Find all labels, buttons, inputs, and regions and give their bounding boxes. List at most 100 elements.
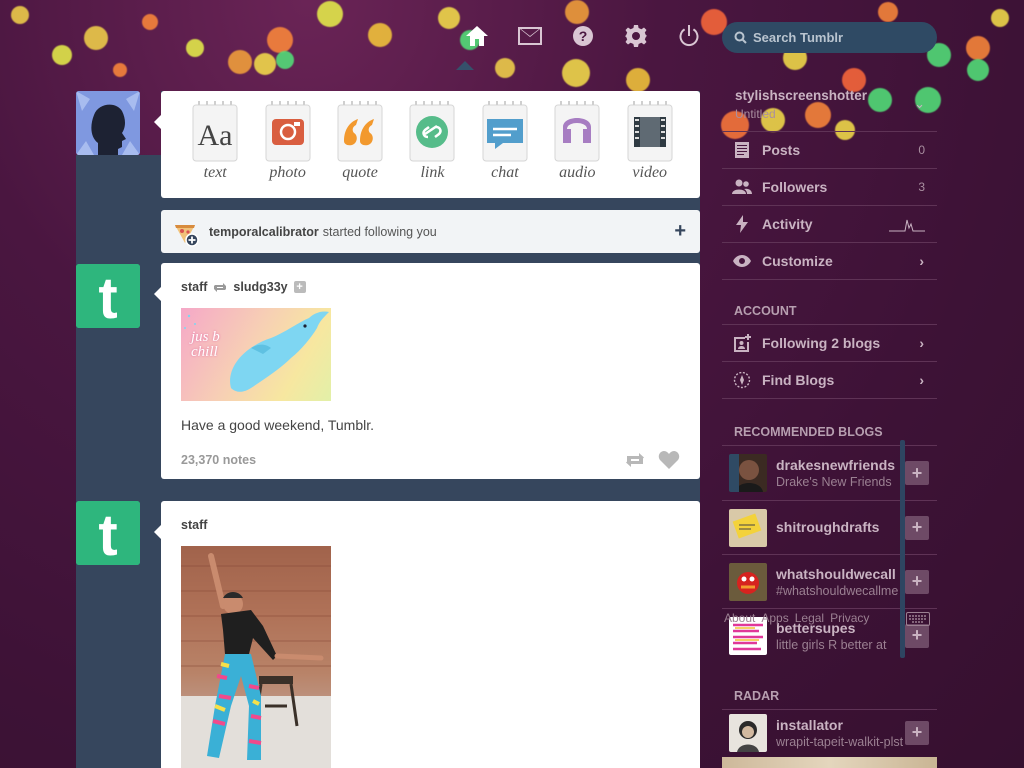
bokeh-light: [113, 63, 127, 77]
link-post-icon: [406, 101, 458, 163]
bokeh-light: [562, 59, 590, 87]
post-photo[interactable]: jus b chill: [181, 308, 331, 401]
top-navigation: ?: [450, 20, 715, 52]
search-input[interactable]: [753, 30, 923, 45]
blog-avatar[interactable]: [729, 562, 767, 601]
post-type-quote-button[interactable]: quote: [324, 101, 396, 182]
footer-link-about[interactable]: About: [724, 611, 755, 625]
follow-button[interactable]: +: [905, 720, 929, 745]
bokeh-light: [967, 59, 989, 81]
blog-name[interactable]: shitroughdrafts: [776, 519, 906, 535]
my-avatar[interactable]: [76, 91, 140, 155]
blog-name[interactable]: stylishscreenshotter: [722, 86, 937, 103]
post-type-photo-button[interactable]: photo: [251, 101, 323, 182]
chevron-right-icon: ›: [919, 253, 924, 269]
post-type-link-button[interactable]: link: [396, 101, 468, 182]
add-person-icon: [734, 334, 751, 352]
notification-text: started following you: [322, 224, 437, 239]
blog-avatar[interactable]: [729, 454, 767, 492]
follow-back-button[interactable]: +: [674, 221, 686, 241]
blog-name[interactable]: whatshouldwecall: [776, 566, 906, 582]
chevron-down-icon[interactable]: ⌄: [914, 96, 925, 112]
nav-messages-button[interactable]: [503, 20, 556, 52]
sidebar-item-label: Activity: [762, 216, 813, 232]
footer-link-apps[interactable]: Apps: [761, 611, 788, 625]
recommended-scrollbar[interactable]: [900, 440, 905, 658]
notification-username[interactable]: temporalcalibrator: [209, 225, 319, 239]
follow-button[interactable]: +: [905, 515, 929, 540]
compass-icon: [733, 371, 751, 389]
nav-logout-button[interactable]: [662, 20, 715, 52]
follow-button[interactable]: +: [905, 569, 929, 594]
post-type-video-button[interactable]: video: [614, 101, 686, 182]
blog-avatar[interactable]: [729, 713, 767, 752]
post-caption: Have a good weekend, Tumblr.: [181, 417, 375, 433]
sidebar-item-following[interactable]: Following 2 blogs ›: [722, 324, 937, 361]
mail-icon: [517, 27, 542, 45]
post-card: staff: [154, 501, 700, 768]
sidebar-item-posts[interactable]: Posts 0: [722, 131, 937, 168]
nav-help-button[interactable]: ?: [556, 20, 609, 52]
post-author[interactable]: staff: [181, 280, 207, 294]
tumblr-logo-icon: t: [76, 264, 140, 328]
sidebar-item-label: Following 2 blogs: [762, 335, 881, 351]
posts-count: 0: [918, 143, 925, 157]
photo-overlay-text: jus b chill: [191, 329, 220, 360]
audio-post-icon: [551, 101, 603, 163]
bokeh-light: [142, 14, 158, 30]
staff-avatar[interactable]: t: [76, 264, 140, 328]
blog-name[interactable]: installator: [776, 717, 906, 733]
bokeh-light: [254, 53, 276, 75]
footer-link-legal[interactable]: Legal: [795, 611, 824, 625]
blog-name[interactable]: drakesnewfriends: [776, 457, 906, 473]
staff-avatar[interactable]: t: [76, 501, 140, 565]
activity-sparkline: [889, 219, 925, 232]
nav-settings-button[interactable]: [609, 20, 662, 52]
home-icon: [465, 26, 488, 46]
chevron-right-icon: ›: [919, 335, 924, 351]
heart-icon[interactable]: [658, 451, 680, 469]
post-notes-count[interactable]: 23,370 notes: [181, 453, 256, 467]
blog-switcher[interactable]: stylishscreenshotter Untitled ⌄: [722, 86, 937, 131]
video-post-icon: [624, 101, 676, 163]
svg-text:t: t: [98, 266, 117, 328]
bokeh-light: [495, 58, 515, 78]
sidebar-item-label: Customize: [762, 253, 833, 269]
chevron-right-icon: ›: [919, 372, 924, 388]
sidebar-item-followers[interactable]: Followers 3: [722, 168, 937, 205]
recommended-heading: RECOMMENDED BLOGS: [722, 398, 937, 446]
bokeh-light: [52, 45, 72, 65]
svg-text:?: ?: [578, 28, 587, 44]
sidebar-item-customize[interactable]: Customize ›: [722, 242, 937, 279]
follow-notification[interactable]: temporalcalibrator started following you…: [161, 210, 700, 253]
follow-button[interactable]: +: [905, 461, 929, 485]
reblogged-from-blog[interactable]: sludg33y: [233, 280, 287, 294]
post-type-label: video: [632, 164, 668, 181]
post-type-label: chat: [491, 164, 519, 181]
pizza-avatar-icon: [173, 221, 201, 250]
footer-link-privacy[interactable]: Privacy: [830, 611, 869, 625]
post-card: staff sludg33y + jus b chill Have a good…: [154, 263, 700, 479]
post-type-audio-button[interactable]: audio: [541, 101, 613, 182]
sidebar-item-activity[interactable]: Activity: [722, 205, 937, 242]
keyboard-icon[interactable]: [906, 612, 930, 626]
post-type-text-button[interactable]: Aa text: [179, 101, 251, 182]
nav-home-button[interactable]: [450, 20, 503, 52]
blog-avatar[interactable]: [729, 508, 767, 547]
sidebar-item-find-blogs[interactable]: Find Blogs ›: [722, 361, 937, 398]
reblog-small-icon: [214, 282, 227, 292]
bokeh-light: [966, 36, 990, 60]
reblog-icon[interactable]: [624, 451, 646, 469]
follow-button[interactable]: +: [905, 623, 929, 648]
posts-icon: [735, 142, 749, 158]
post-type-chat-button[interactable]: chat: [469, 101, 541, 182]
blog-description: #whatshouldwecallme: [776, 583, 899, 598]
search-box[interactable]: [722, 22, 937, 53]
post-type-label: photo: [269, 164, 306, 181]
post-photo[interactable]: [181, 546, 331, 768]
radar-post-preview[interactable]: [722, 757, 937, 768]
post-author[interactable]: staff: [181, 518, 207, 532]
follow-plus-icon[interactable]: +: [293, 281, 306, 293]
svg-text:Aa: Aa: [198, 119, 233, 152]
radar-blog[interactable]: installator wrapit-tapeit-walkit-plst +: [722, 709, 937, 755]
